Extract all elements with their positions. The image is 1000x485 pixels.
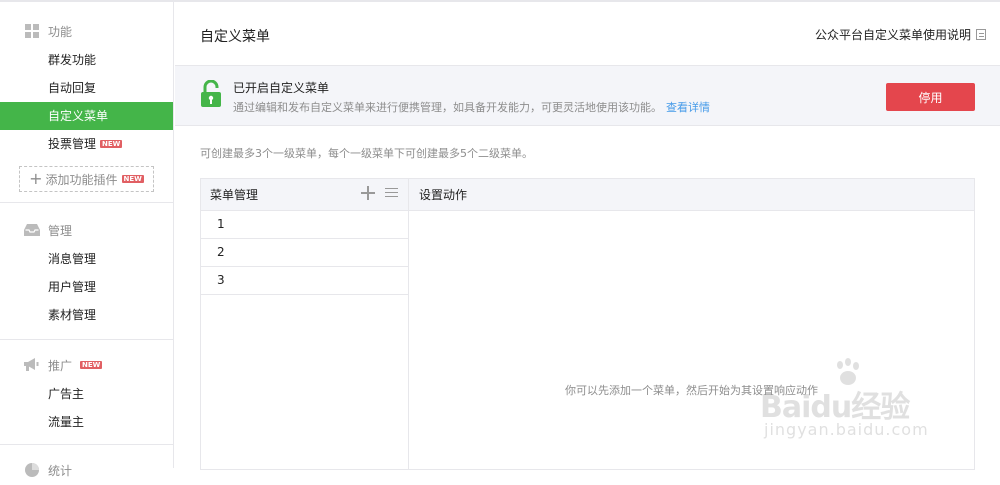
inbox-icon bbox=[24, 222, 40, 238]
sidebar-item-label: 用户管理 bbox=[48, 280, 97, 294]
unlock-icon bbox=[201, 80, 221, 107]
sidebar-item-label: 流量主 bbox=[48, 415, 85, 429]
sidebar-item-label: 自动回复 bbox=[48, 81, 97, 95]
banner-title: 已开启自定义菜单 bbox=[233, 81, 330, 95]
sidebar-item-label: 素材管理 bbox=[48, 308, 97, 322]
section-title: 推广 bbox=[48, 358, 73, 373]
menu-list-title: 菜单管理 bbox=[210, 188, 259, 202]
sidebar-item-auto-reply[interactable]: 自动回复 bbox=[0, 74, 173, 102]
menu-row[interactable]: 3 bbox=[201, 267, 408, 295]
sort-menu-icon[interactable] bbox=[385, 186, 398, 200]
menu-list-panel: 菜单管理 1 2 3 bbox=[201, 179, 409, 469]
menu-editor-panel: 菜单管理 1 2 3 设置动作 你可以先添加一个菜单，然后开始为其设置响应动作 bbox=[200, 178, 975, 470]
action-settings-header: 设置动作 bbox=[409, 179, 974, 211]
sidebar-item-advertiser[interactable]: 广告主 bbox=[0, 380, 173, 408]
section-title: 管理 bbox=[48, 223, 73, 238]
status-banner: 已开启自定义菜单 通过编辑和发布自定义菜单来进行便携管理，如具备开发能力，可更灵… bbox=[175, 65, 1000, 126]
document-icon bbox=[976, 29, 986, 40]
add-menu-icon[interactable] bbox=[361, 186, 375, 200]
main-content: 自定义菜单 公众平台自定义菜单使用说明 已开启自定义菜单 通过编辑和发布自定义菜… bbox=[175, 2, 1000, 470]
sidebar-item-users[interactable]: 用户管理 bbox=[0, 273, 173, 301]
sidebar-item-messages[interactable]: 消息管理 bbox=[0, 245, 173, 273]
sidebar-item-broadcast[interactable]: 群发功能 bbox=[0, 46, 173, 74]
menu-row[interactable]: 1 bbox=[201, 211, 408, 239]
banner-description: 通过编辑和发布自定义菜单来进行便携管理，如具备开发能力，可更灵活地使用该功能。查… bbox=[233, 99, 710, 115]
menu-list-header: 菜单管理 bbox=[201, 179, 408, 211]
add-plugin-button[interactable]: + 添加功能插件 NEW bbox=[19, 166, 154, 192]
menu-row[interactable]: 2 bbox=[201, 239, 408, 267]
limit-tip: 可创建最多3个一级菜单，每个一级菜单下可创建最多5个二级菜单。 bbox=[200, 147, 533, 160]
help-link-label: 公众平台自定义菜单使用说明 bbox=[814, 28, 971, 42]
action-settings-title: 设置动作 bbox=[419, 188, 468, 202]
add-plugin-label: 添加功能插件 bbox=[45, 172, 118, 187]
sidebar-item-materials[interactable]: 素材管理 bbox=[0, 301, 173, 329]
help-link[interactable]: 公众平台自定义菜单使用说明 bbox=[815, 26, 986, 43]
grid-icon bbox=[24, 23, 40, 39]
action-settings-panel: 设置动作 你可以先添加一个菜单，然后开始为其设置响应动作 bbox=[409, 179, 974, 469]
sidebar-item-label: 广告主 bbox=[48, 387, 85, 401]
empty-state-tip: 你可以先添加一个菜单，然后开始为其设置响应动作 bbox=[565, 384, 818, 397]
section-header-management: 管理 bbox=[0, 215, 173, 245]
sidebar-item-label: 自定义菜单 bbox=[48, 109, 109, 123]
section-title: 统计 bbox=[48, 463, 73, 478]
section-header-statistics[interactable]: 统计 bbox=[0, 455, 173, 485]
section-header-functions: 功能 bbox=[0, 16, 173, 46]
sidebar-item-label: 消息管理 bbox=[48, 252, 97, 266]
plus-icon: + bbox=[29, 169, 43, 188]
section-header-promotion: 推广 NEW bbox=[0, 350, 173, 380]
new-badge: NEW bbox=[121, 175, 144, 183]
new-badge: NEW bbox=[80, 361, 103, 369]
sidebar-item-label: 群发功能 bbox=[48, 53, 97, 67]
sidebar-item-label: 投票管理 bbox=[48, 137, 97, 151]
banner-description-text: 通过编辑和发布自定义菜单来进行便携管理，如具备开发能力，可更灵活地使用该功能。 bbox=[233, 101, 662, 114]
sidebar-item-custom-menu[interactable]: 自定义菜单 bbox=[0, 102, 173, 130]
sidebar-item-vote-management[interactable]: 投票管理 NEW bbox=[0, 130, 173, 158]
details-link[interactable]: 查看详情 bbox=[666, 101, 710, 114]
section-title: 功能 bbox=[48, 24, 73, 39]
stop-button[interactable]: 停用 bbox=[886, 83, 975, 111]
page-title: 自定义菜单 bbox=[200, 29, 270, 45]
sidebar: 功能 群发功能 自动回复 自定义菜单 投票管理 NEW + 添加功能插件 NEW … bbox=[0, 2, 174, 478]
pie-chart-icon bbox=[24, 462, 40, 478]
megaphone-icon bbox=[24, 357, 40, 373]
sidebar-item-publisher[interactable]: 流量主 bbox=[0, 408, 173, 436]
new-badge: NEW bbox=[100, 140, 123, 148]
